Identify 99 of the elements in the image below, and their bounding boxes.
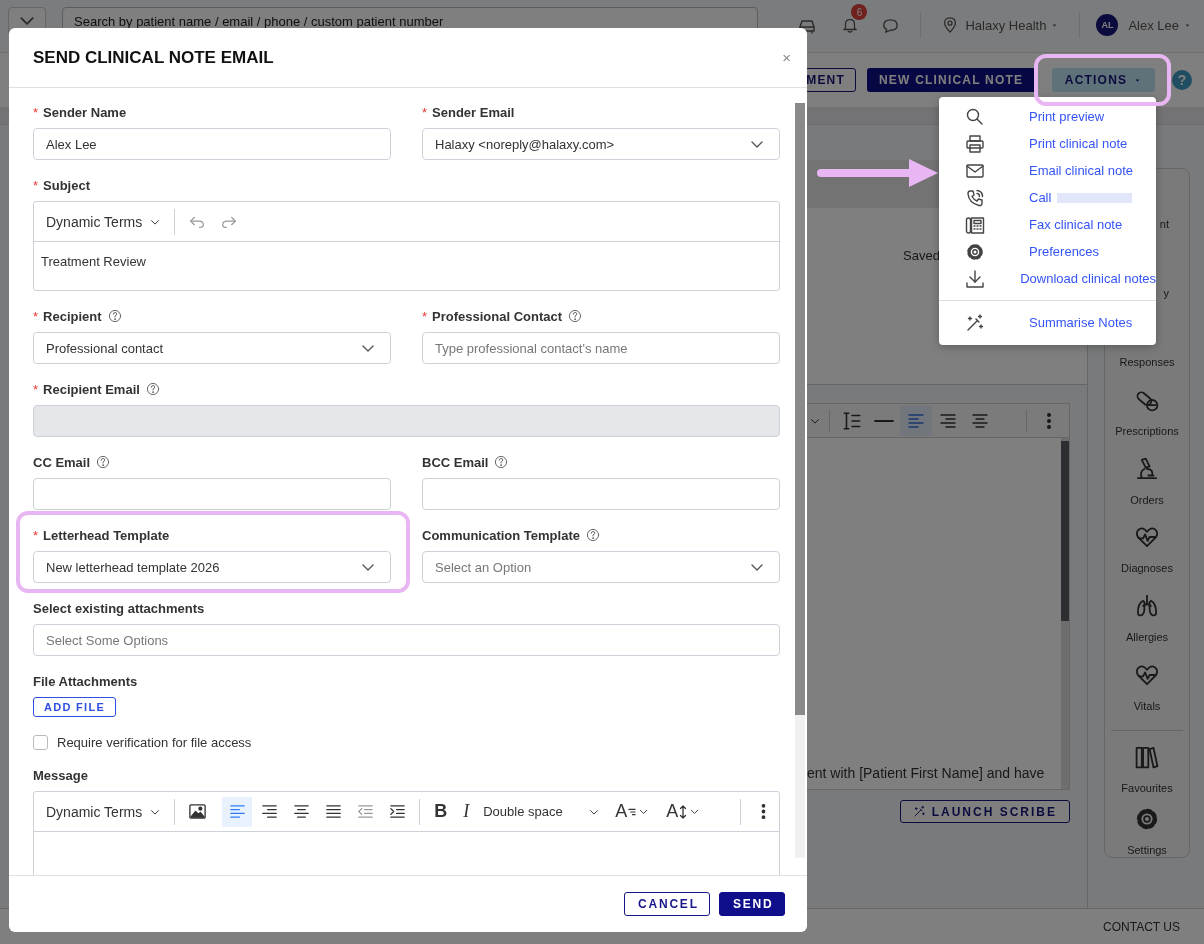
printer-icon [965,133,985,154]
required-mark: * [422,104,428,120]
help-icon[interactable] [568,309,583,323]
contact-link[interactable]: CONTACT US [1103,919,1180,934]
field-label: Communication Template [422,527,580,543]
select-field[interactable]: Professional contact [33,332,391,364]
close-button[interactable]: × [782,49,791,66]
align-justify-icon[interactable] [323,802,343,821]
checkbox-label[interactable]: Require verification for file access [57,734,252,750]
user-avatar[interactable]: AL [1096,14,1119,36]
magic-wand-icon [965,312,985,333]
indent-icon[interactable] [387,802,407,821]
required-mark: * [33,104,39,120]
menu-item[interactable]: Email clinical note [939,157,1156,184]
settings-icon [1134,806,1160,832]
line-spacing-dropdown[interactable]: Double space [477,800,608,823]
fax-machine-icon [965,214,985,235]
dialog-title: SEND CLINICAL NOTE EMAIL [33,47,274,68]
menu-item[interactable]: Summarise Notes [939,309,1156,336]
required-mark: * [33,308,39,324]
saved-status: Saved [903,248,940,263]
search-icon [965,106,985,127]
menu-item[interactable]: Print clinical note [939,130,1156,157]
required-mark: * [33,177,39,193]
notification-badge: 6 [851,4,868,20]
field-label: Recipient Email [43,381,140,397]
sidebar-item[interactable]: Vitals [1105,651,1189,720]
subject-text: Treatment Review [41,254,146,269]
input-field[interactable]: Alex Lee [33,128,391,160]
sidebar-item[interactable]: Settings [1105,795,1189,857]
help-icon[interactable] [585,528,600,542]
input-field[interactable] [422,478,780,510]
bold-button[interactable]: B [426,801,456,822]
sidebar-item[interactable]: Allergies [1105,582,1189,652]
menu-item[interactable]: Fax clinical note [939,211,1156,238]
help-icon[interactable] [96,455,111,469]
field-label: Message [33,767,88,783]
field-label: Sender Email [432,104,515,120]
cancel-button[interactable]: CANCEL [624,892,710,916]
input-field[interactable]: Type professional contact's name [422,332,780,364]
select-field[interactable]: New letterhead template 2026 [33,551,391,583]
field-label: Select existing attachments [33,600,205,616]
settings-icon [965,241,985,262]
field-label: Professional Contact [432,308,563,324]
scrollbar[interactable] [1061,438,1069,789]
chevron-down-icon [20,17,34,25]
dynamic-terms-dropdown[interactable]: Dynamic Terms [40,209,169,234]
bell-icon[interactable] [841,16,860,34]
menu-item[interactable]: Preferences [939,238,1156,265]
note-text: ent with [Patient First Name] and have [807,765,1045,781]
location-name[interactable]: Halaxy Health [965,17,1047,33]
field-label: CC Email [33,454,91,470]
required-mark: * [33,381,39,397]
phone-icon [965,187,985,208]
input-field[interactable] [33,478,391,510]
select-field[interactable]: Halaxy <noreply@halaxy.com> [422,128,780,160]
field-label: Recipient [43,308,102,324]
microscope-icon [1134,455,1160,482]
subject-editor[interactable]: Dynamic Terms Treatment Review [33,201,780,291]
menu-item[interactable]: Call [939,184,1156,211]
dynamic-terms-dropdown[interactable]: Dynamic Terms [40,799,169,824]
menu-item[interactable]: Download clinical notes [939,265,1156,292]
align-center-icon[interactable] [291,802,311,821]
field-label: Sender Name [43,104,127,120]
send-button[interactable]: SEND [719,892,785,916]
download-icon [965,268,985,289]
books-icon [1134,744,1160,770]
align-right-icon[interactable] [259,802,279,821]
launch-scribe-button[interactable]: LAUNCH SCRIBE [899,800,1070,823]
help-icon[interactable] [494,455,509,469]
italic-button[interactable]: I [455,801,478,822]
multi-select-field[interactable]: Select Some Options [33,624,780,656]
font-size-dropdown[interactable]: A [658,801,710,822]
actions-button[interactable]: ACTIONS [1052,68,1155,92]
field-label: Letterhead Template [43,527,170,543]
sidebar-item[interactable]: Orders [1105,444,1189,514]
add-file-button[interactable]: ADD FILE [33,697,116,717]
menu-item[interactable]: Print preview [939,103,1156,130]
magic-wand-icon [912,805,926,818]
select-field[interactable]: Select an Option [422,551,780,583]
user-name[interactable]: Alex Lee [1128,17,1179,33]
help-icon[interactable] [107,309,122,323]
message-editor[interactable]: Dynamic Terms B I Double space A A [33,791,780,875]
scrollbar[interactable] [795,103,805,858]
image-icon[interactable] [187,802,207,821]
sidebar-item[interactable]: Favourites [1105,733,1189,795]
required-mark: * [33,527,39,543]
resize-arrow-icon [679,804,688,819]
checkbox[interactable] [33,734,48,750]
sidebar-item[interactable]: Diagnoses [1105,513,1189,583]
required-mark: * [422,308,428,324]
font-color-dropdown[interactable]: A [607,801,659,822]
field-label: BCC Email [422,454,489,470]
field-label: File Attachments [33,673,138,689]
sidebar-item[interactable]: Prescriptions [1105,375,1189,445]
field-label: Subject [43,177,91,193]
outdent-icon[interactable] [355,802,375,821]
note-editor[interactable]: ent with [Patient First Name] and have [807,403,1070,790]
align-left-icon[interactable] [227,802,247,821]
